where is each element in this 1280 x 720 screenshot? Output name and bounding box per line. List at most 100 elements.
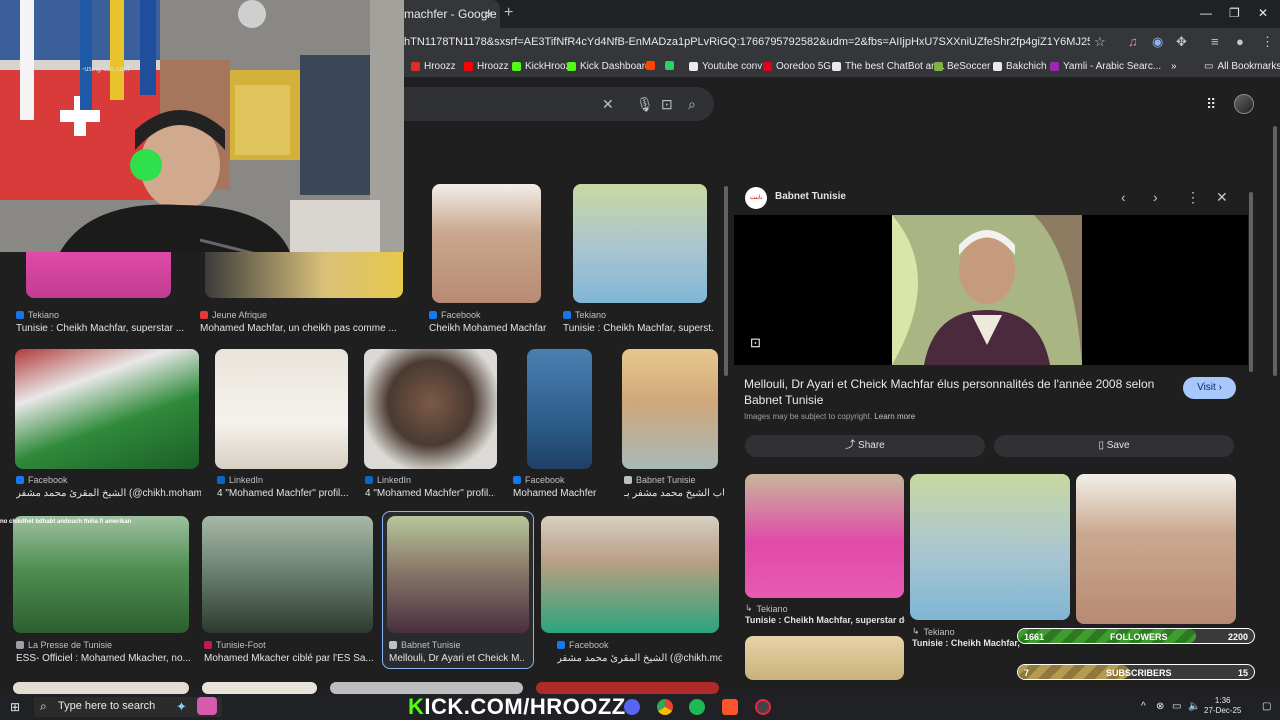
result-caption[interactable]: Mohamed Mkacher ciblé par l'ES Sa... xyxy=(204,653,374,664)
obs-icon[interactable] xyxy=(755,699,771,715)
volume-icon[interactable]: 🔈 xyxy=(1188,701,1200,712)
bookmark-item[interactable]: The best ChatBot an... xyxy=(832,61,945,72)
bookmark-item[interactable]: BeSoccer xyxy=(934,61,990,72)
star-icon[interactable]: ☆ xyxy=(1094,34,1106,50)
result-thumbnail[interactable] xyxy=(202,682,317,694)
brave-icon[interactable] xyxy=(722,699,738,715)
lens-icon[interactable]: ⊡ xyxy=(661,96,673,113)
more-options-icon[interactable]: ⋮ xyxy=(1186,189,1200,206)
microphone-icon[interactable]: 🎙 xyxy=(636,96,654,113)
result-caption[interactable]: ESS- Officiel : Mohamed Mkacher, no... xyxy=(16,653,191,664)
result-caption[interactable]: Mohamed Machfer xyxy=(513,488,613,499)
network-icon[interactable]: ▭ xyxy=(1172,701,1181,712)
result-caption[interactable]: Mellouli, Dr Ayari et Cheick M... xyxy=(389,653,524,664)
result-thumbnail[interactable] xyxy=(387,516,529,633)
chrome-icon[interactable] xyxy=(657,699,673,715)
result-thumbnail[interactable] xyxy=(330,682,523,694)
minimize-icon[interactable]: — xyxy=(1200,6,1212,20)
result-caption[interactable]: Tunisie : Cheikh Machfar, superst... xyxy=(563,323,713,334)
all-bookmarks[interactable]: ▭ All Bookmarks xyxy=(1204,61,1280,72)
url-field[interactable]: hTN1178TN1178&sxsrf=AE3TifNfR4cYd4NfB-En… xyxy=(404,36,1090,48)
bookmark-item[interactable]: Yamli - Arabic Searc... xyxy=(1050,61,1161,72)
taskbar-search-input[interactable]: ⌕ Type here to search xyxy=(34,697,222,717)
save-button[interactable]: ▯ Save xyxy=(994,435,1234,457)
related-thumbnail[interactable] xyxy=(910,474,1070,620)
bookmark-item[interactable] xyxy=(646,61,659,70)
result-caption[interactable]: Mohamed Machfar, un cheikh pas comme ... xyxy=(200,323,400,334)
bookmark-item[interactable]: Hroozz xyxy=(464,61,509,72)
result-thumbnail[interactable] xyxy=(541,516,719,633)
windows-start-icon[interactable]: ⊞ xyxy=(10,700,20,714)
result-source[interactable]: Jeune Afrique xyxy=(200,310,267,320)
result-thumbnail[interactable] xyxy=(202,516,373,633)
tab-close-icon[interactable]: × xyxy=(485,6,493,22)
extension-music-icon[interactable]: ♫ xyxy=(1128,34,1138,49)
discord-icon[interactable] xyxy=(624,699,640,715)
search-icon[interactable]: ⌕ xyxy=(688,96,696,113)
widget-icon[interactable]: ✦ xyxy=(176,699,187,715)
bookmarks-overflow-icon[interactable]: » xyxy=(1171,61,1177,72)
window-close-icon[interactable]: ✕ xyxy=(1258,6,1268,20)
result-thumbnail[interactable] xyxy=(622,349,718,469)
result-source[interactable]: Babnet Tunisie xyxy=(389,640,461,650)
results-scrollbar[interactable] xyxy=(724,186,728,376)
result-caption[interactable]: الشيخ المقرئ محمد مشفر (@chikh.mohamed..… xyxy=(16,488,201,499)
result-source[interactable]: LinkedIn xyxy=(217,475,263,485)
result-caption[interactable]: 4 "Mohamed Machfer" profil... xyxy=(365,488,495,499)
tray-overflow-icon[interactable]: ^ xyxy=(1141,701,1146,712)
related-thumbnail[interactable] xyxy=(745,474,904,598)
result-source[interactable]: Babnet Tunisie xyxy=(624,475,696,485)
result-source[interactable]: Tunisie-Foot xyxy=(204,640,266,650)
result-thumbnail[interactable] xyxy=(15,349,199,469)
share-button[interactable]: ⤴ Share xyxy=(745,435,985,457)
result-source[interactable]: Tekiano xyxy=(16,310,59,320)
result-caption[interactable]: Cheikh Mohamed Machfar xyxy=(429,323,559,334)
menu-kebab-icon[interactable]: ⋮ xyxy=(1261,34,1274,50)
result-caption[interactable]: Tunisie : Cheikh Machfar, superstar ... xyxy=(16,323,186,334)
result-source[interactable]: Facebook xyxy=(429,310,481,320)
result-thumbnail[interactable] xyxy=(573,184,707,303)
new-tab-icon[interactable]: + xyxy=(504,4,513,22)
bookmark-item[interactable]: Hroozz xyxy=(411,61,456,72)
related-caption[interactable]: Tunisie : Cheikh Machfar, su... xyxy=(912,638,1020,648)
result-source[interactable]: Facebook xyxy=(557,640,609,650)
spotify-icon[interactable] xyxy=(689,699,705,715)
related-thumbnail[interactable] xyxy=(745,636,904,680)
google-apps-icon[interactable]: ⠿ xyxy=(1206,96,1216,113)
result-caption[interactable]: 4 "Mohamed Machfer" profil... xyxy=(217,488,357,499)
result-thumbnail[interactable] xyxy=(536,682,719,694)
clear-search-icon[interactable]: ✕ xyxy=(602,96,614,113)
result-source[interactable]: LinkedIn xyxy=(365,475,411,485)
related-thumbnail[interactable] xyxy=(1076,474,1236,624)
learn-more-link[interactable]: Learn more xyxy=(874,412,915,421)
bookmark-item[interactable]: Bakchich xyxy=(993,61,1047,72)
bookmark-item[interactable]: Ooredoo 5G xyxy=(763,61,831,72)
result-source[interactable]: Tekiano xyxy=(563,310,606,320)
result-thumbnail[interactable] xyxy=(215,349,348,469)
result-caption[interactable]: خطاب الشيخ محمد مشفر بـ... xyxy=(624,488,724,499)
media-icon[interactable]: ≡ xyxy=(1211,34,1219,49)
bookmark-item[interactable]: Kick Dashboard xyxy=(567,61,651,72)
notifications-icon[interactable]: ▢ xyxy=(1262,701,1271,712)
preview-image[interactable] xyxy=(734,215,1248,365)
extensions-icon[interactable]: ✥ xyxy=(1176,34,1187,50)
result-source[interactable]: Facebook xyxy=(16,475,68,485)
google-lens-icon[interactable]: ⊡ xyxy=(750,335,761,351)
result-thumbnail[interactable] xyxy=(13,516,189,633)
extension-audio-icon[interactable]: ◉ xyxy=(1152,34,1163,50)
result-caption[interactable]: الشيخ المقرئ محمد مشفر (@chikh.mohamed..… xyxy=(557,653,722,664)
account-avatar[interactable] xyxy=(1234,94,1254,114)
profile-icon[interactable]: ● xyxy=(1236,34,1244,49)
result-thumbnail[interactable] xyxy=(364,349,497,469)
result-source[interactable]: La Presse de Tunisie xyxy=(16,640,112,650)
app-icon[interactable] xyxy=(197,697,217,715)
next-image-icon[interactable]: › xyxy=(1153,189,1158,205)
previous-image-icon[interactable]: ‹ xyxy=(1121,189,1126,205)
bookmark-item[interactable] xyxy=(665,61,678,70)
preview-heading[interactable]: Mellouli, Dr Ayari et Cheick Machfar élu… xyxy=(744,376,1164,408)
visit-button[interactable]: Visit › xyxy=(1183,377,1236,399)
taskbar-clock[interactable]: 1:36 27-Dec-25 xyxy=(1204,696,1241,716)
bookmark-item[interactable]: Youtube conv xyxy=(689,61,762,72)
result-source[interactable]: Facebook xyxy=(513,475,565,485)
page-scrollbar[interactable] xyxy=(1273,126,1277,376)
